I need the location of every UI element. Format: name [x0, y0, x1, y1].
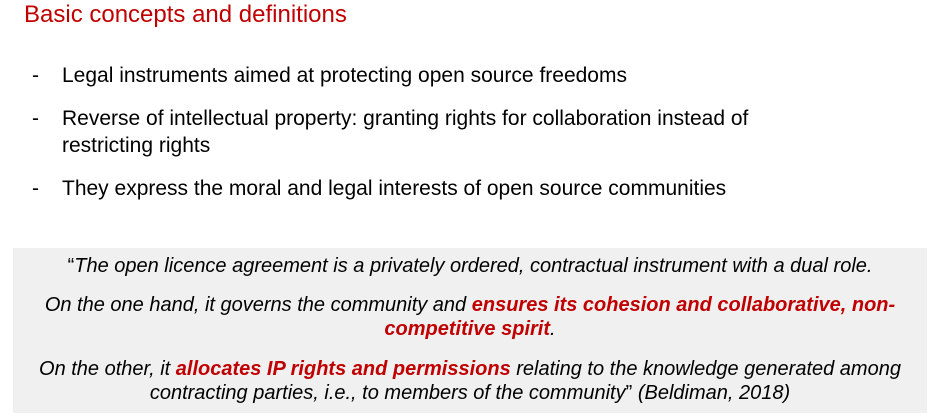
bullet-dash: -	[32, 64, 39, 87]
bullet-dash: -	[32, 177, 39, 200]
bullet-dash: -	[32, 107, 39, 130]
bullet-text: Reverse of intellectual property: granti…	[62, 107, 749, 157]
bullet-item: - They express the moral and legal inter…	[32, 175, 832, 202]
bullet-item: - Reverse of intellectual property: gran…	[32, 105, 832, 159]
quote-text: On the other, it	[39, 358, 176, 380]
bullet-item: - Legal instruments aimed at protecting …	[32, 62, 832, 89]
quote-line-2: On the one hand, it governs the communit…	[29, 293, 911, 341]
quote-citation: (Beldiman, 2018)	[632, 382, 791, 404]
bullet-text: They express the moral and legal interes…	[62, 177, 727, 200]
bullet-text: Legal instruments aimed at protecting op…	[62, 64, 627, 87]
quote-line-3: On the other, it allocates IP rights and…	[29, 357, 911, 405]
quote-box: “The open licence agreement is a private…	[13, 248, 927, 413]
slide-title: Basic concepts and definitions	[24, 1, 347, 28]
quote-highlight: allocates IP rights and permissions	[175, 358, 511, 380]
quote-text: The open licence agreement is a privatel…	[74, 255, 873, 277]
quote-line-1: “The open licence agreement is a private…	[29, 254, 911, 278]
bullet-list: - Legal instruments aimed at protecting …	[32, 62, 832, 218]
quote-text: On the one hand, it governs the communit…	[44, 294, 472, 316]
quote-text: .	[550, 318, 556, 340]
